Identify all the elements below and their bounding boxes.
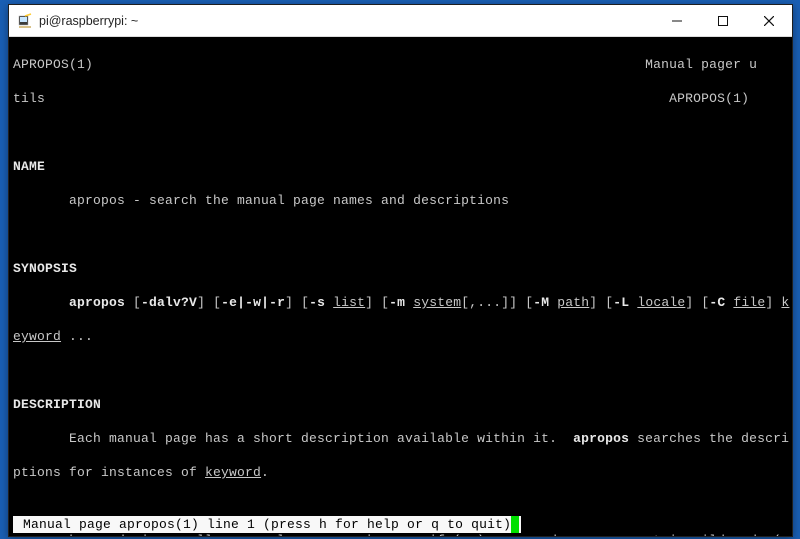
desc-p1-b: ptions for instances of keyword.	[13, 464, 788, 481]
section-description: DESCRIPTION	[13, 397, 101, 412]
desc-p1-a: Each manual page has a short description…	[13, 430, 788, 447]
title-bar[interactable]: pi@raspberrypi: ~	[9, 5, 792, 37]
window-title: pi@raspberrypi: ~	[39, 14, 654, 28]
terminal-viewport[interactable]: APROPOS(1) Manual pager u tils APROPOS(1…	[9, 37, 792, 536]
section-name: NAME	[13, 159, 45, 174]
synopsis-wrap: eyword ...	[13, 328, 788, 345]
man-header-left: APROPOS(1)	[13, 57, 93, 72]
maximize-button[interactable]	[700, 5, 746, 36]
man-header-right: APROPOS(1)	[669, 91, 749, 106]
cursor	[511, 516, 519, 533]
window-controls	[654, 5, 792, 36]
close-button[interactable]	[746, 5, 792, 36]
putty-icon	[17, 13, 33, 29]
pager-status-bar: Manual page apropos(1) line 1 (press h f…	[13, 516, 521, 533]
man-header-wrap: tils	[13, 91, 45, 106]
name-line: apropos - search the manual page names a…	[13, 192, 788, 209]
minimize-button[interactable]	[654, 5, 700, 36]
synopsis-line: apropos [-dalv?V] [-e|-w|-r] [-s list] […	[13, 294, 788, 311]
man-header-center: Manual pager u	[645, 57, 757, 72]
section-synopsis: SYNOPSIS	[13, 261, 77, 276]
terminal-window: pi@raspberrypi: ~ APROPOS(1)	[8, 4, 793, 537]
